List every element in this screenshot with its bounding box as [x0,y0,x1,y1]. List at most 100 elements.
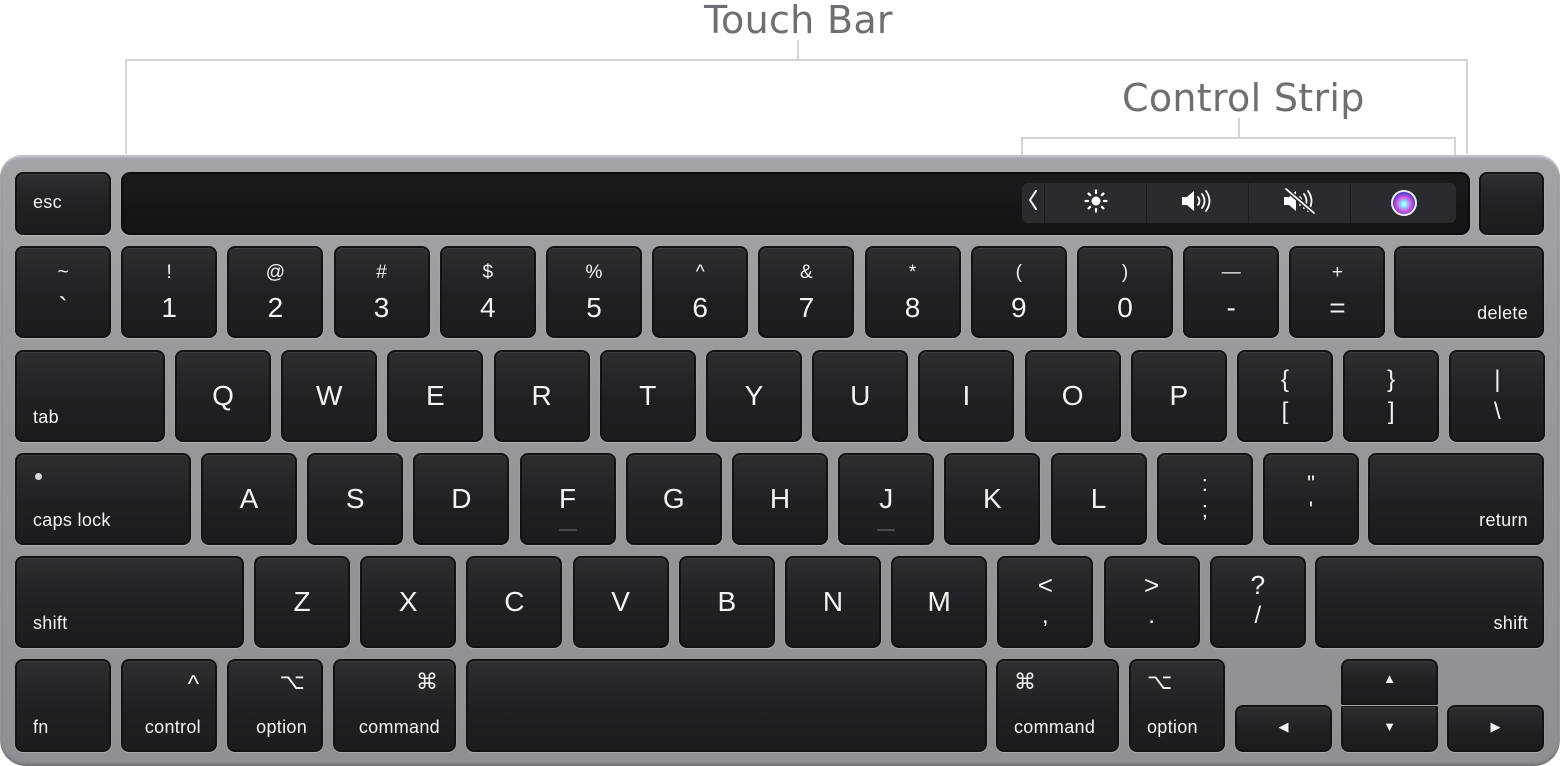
delete-key[interactable]: delete [1394,246,1544,338]
key-legend: . [1148,602,1155,629]
tab-key[interactable]: tab [15,350,165,442]
esc-key[interactable]: esc [15,172,111,235]
letter-key-b[interactable]: B [678,556,775,648]
option-symbol-icon: ⌥ [279,669,305,694]
punct-key-bottom-2[interactable]: ? / [1209,556,1306,648]
letter-key-f[interactable]: F [519,453,616,545]
number-key-8[interactable]: * 8 [864,246,961,338]
number-key-6[interactable]: ^ 6 [652,246,749,338]
letter-key-a[interactable]: A [201,453,297,545]
letter-key-k[interactable]: K [944,453,1041,545]
key-legend: C [504,586,525,617]
arrow-right-key[interactable]: ▶ [1447,705,1544,752]
key-legend: 1 [161,292,177,323]
control-strip[interactable] [1022,183,1456,223]
key-legend: Z [293,586,311,617]
key-legend: 7 [798,292,815,323]
control-key-left[interactable]: ^ control [121,659,217,752]
punct-key-bottom-1[interactable]: >. [1103,556,1200,648]
letter-key-p[interactable]: P [1130,350,1227,442]
number-key-5[interactable]: % 5 [546,246,642,338]
speaker-mute-icon [1282,186,1318,220]
space-bar[interactable] [466,659,987,752]
letter-key-o[interactable]: O [1024,350,1121,442]
caps-lock-key[interactable]: caps lock [15,453,191,545]
key-shift-legend: ! [166,262,172,283]
letter-key-u[interactable]: U [812,350,909,442]
number-key-`[interactable]: ~ ` [15,246,111,338]
key-legend: M [927,586,951,617]
key-shift-legend: % [585,262,603,283]
key-legend: ` [58,292,68,323]
punct-key-2[interactable]: | \ [1449,350,1546,442]
letter-key-d[interactable]: D [413,453,510,545]
punct-key-0[interactable]: {[ [1237,350,1333,442]
letter-key-s[interactable]: S [307,453,404,545]
letter-key-w[interactable]: W [281,350,378,442]
punct-key-home-1[interactable]: " ' [1263,453,1359,545]
command-key-right[interactable]: ⌘ command [996,659,1119,752]
number-key-3[interactable]: #3 [333,246,430,338]
punct-key-home-0[interactable]: :; [1156,453,1253,545]
number-key-=[interactable]: + = [1289,246,1386,338]
touch-bar-bracket-right [1466,59,1468,154]
letter-key-q[interactable]: Q [175,350,271,442]
brightness-button[interactable] [1045,183,1146,223]
control-strip-expand-button[interactable] [1022,183,1044,223]
number-key-1[interactable]: ! 1 [121,246,218,338]
key-legend: K [983,483,1002,514]
key-legend: E [426,380,445,411]
letter-key-t[interactable]: T [599,350,696,442]
letter-key-j[interactable]: J [838,453,935,545]
arrow-down-key[interactable]: ▼ [1341,706,1438,752]
volume-button[interactable] [1147,183,1248,223]
letter-key-n[interactable]: N [785,556,881,648]
control-strip-bracket-right [1454,137,1456,155]
option-symbol-icon: ⌥ [1147,669,1173,694]
number-key-4[interactable]: $4 [439,246,536,338]
key-shift-legend: * [908,262,917,283]
key-legend: X [398,586,418,617]
siri-button[interactable] [1351,183,1456,223]
arrow-up-key[interactable]: ▲ [1341,659,1438,705]
letter-key-g[interactable]: G [625,453,722,545]
key-legend: I [962,380,971,411]
letter-key-m[interactable]: M [891,556,988,648]
key-shift-legend: | [1494,366,1501,393]
key-legend: P [1169,380,1189,411]
mute-button[interactable] [1249,183,1350,223]
key-legend: 0 [1117,292,1133,323]
option-key-right[interactable]: ⌥ option [1129,659,1225,752]
number-key-9[interactable]: (9 [970,246,1067,338]
letter-key-i[interactable]: I [918,350,1015,442]
letter-key-r[interactable]: R [493,350,590,442]
key-legend: / [1254,602,1262,629]
letter-key-z[interactable]: Z [254,556,350,648]
punct-key-1[interactable]: }] [1343,350,1440,442]
key-legend: 6 [692,292,708,323]
punct-key-bottom-0[interactable]: <, [997,556,1094,648]
letter-key-y[interactable]: Y [706,350,802,442]
shift-key-left[interactable]: shift [15,556,244,648]
option-key-left[interactable]: ⌥ option [227,659,323,752]
command-key-left[interactable]: ⌘ command [333,659,456,752]
number-key-7[interactable]: & 7 [758,246,855,338]
key-shift-legend: : [1201,471,1208,496]
touch-id-key[interactable] [1479,172,1544,235]
return-key[interactable]: return [1368,453,1544,545]
key-legend: 2 [267,292,284,323]
letter-key-l[interactable]: L [1050,453,1147,545]
shift-key-right[interactable]: shift [1315,556,1544,648]
number-key-0[interactable]: ) 0 [1077,246,1173,338]
command-symbol-icon: ⌘ [416,669,438,694]
number-key--[interactable]: — - [1183,246,1280,338]
letter-key-h[interactable]: H [732,453,828,545]
key-legend: S [345,483,365,514]
number-key-2[interactable]: @2 [227,246,324,338]
fn-key[interactable]: fn [15,659,111,752]
letter-key-c[interactable]: C [466,556,563,648]
letter-key-e[interactable]: E [387,350,484,442]
letter-key-x[interactable]: X [360,556,457,648]
letter-key-v[interactable]: V [572,556,669,648]
arrow-left-key[interactable]: ◀ [1235,705,1332,752]
